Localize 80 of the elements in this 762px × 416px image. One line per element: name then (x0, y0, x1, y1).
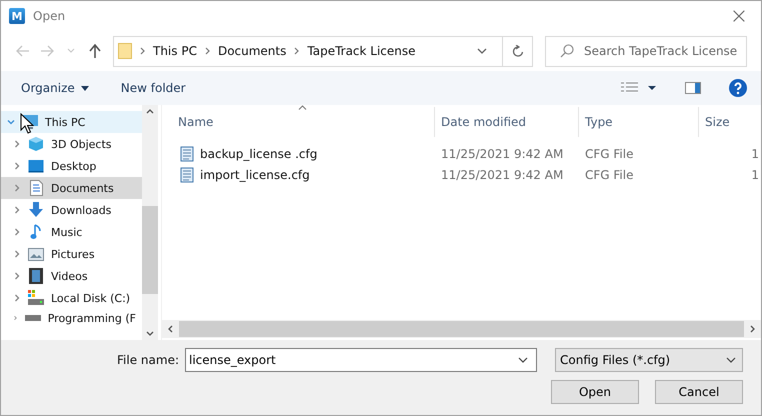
column-header[interactable]: Size (699, 107, 761, 137)
column-header[interactable]: Date modified (435, 107, 579, 137)
text-file-icon (180, 166, 194, 182)
nav-item[interactable]: 3D Objects (1, 133, 142, 155)
new-folder-button[interactable]: New folder (118, 79, 188, 97)
mouse-cursor-icon (20, 113, 34, 135)
chevron-down-icon[interactable] (477, 48, 487, 54)
nav-item[interactable]: This PC (1, 111, 142, 133)
scrollbar-thumb[interactable] (142, 206, 158, 294)
date-cell-text: 11/25/2021 9:42 AM (440, 168, 564, 182)
chevron-right-icon[interactable] (13, 228, 21, 236)
film-icon (29, 268, 43, 284)
breadcrumb[interactable]: Documents (218, 44, 286, 58)
scroll-down-icon[interactable] (146, 331, 154, 336)
chevron-right-icon (204, 47, 210, 55)
column-header[interactable]: Type (579, 107, 699, 137)
file-name-label: File name: (117, 353, 179, 367)
chevron-right-icon (140, 47, 145, 55)
nav-item[interactable]: Desktop (1, 155, 142, 177)
caret-down-icon (80, 86, 89, 90)
size-cell-text: 1 (750, 168, 760, 182)
cancel-button[interactable]: Cancel (655, 380, 743, 404)
chevron-right-icon[interactable] (13, 272, 21, 280)
chevron-right-icon (294, 47, 300, 55)
nav-item[interactable]: Music (1, 221, 142, 243)
view-options-icon[interactable] (621, 82, 657, 94)
up-arrow-icon[interactable] (89, 44, 101, 58)
chevron-right-icon[interactable] (13, 294, 21, 302)
scroll-right-icon[interactable] (750, 325, 755, 333)
organize-menu[interactable]: Organize (19, 79, 91, 97)
scrollbar-thumb[interactable] (179, 321, 744, 337)
search-icon (560, 44, 574, 58)
nav-item[interactable]: Local Disk (C:) (1, 287, 142, 309)
breadcrumb[interactable]: This PC (153, 44, 197, 58)
file-name-field[interactable]: license_export (185, 348, 537, 372)
chevron-right-icon[interactable] (13, 140, 21, 148)
sort-caret-icon (298, 105, 307, 110)
music-note-icon (30, 224, 42, 240)
file-type-dropdown[interactable]: Config Files (*.cfg) (555, 348, 743, 372)
nav-item[interactable]: Documents (1, 177, 142, 199)
search-field[interactable]: Search TapeTrack License (545, 36, 747, 66)
desktop-icon (28, 159, 44, 173)
chevron-right-icon[interactable] (13, 206, 21, 214)
breadcrumb[interactable]: TapeTrack License (307, 44, 416, 58)
picture-icon (28, 248, 44, 260)
chevron-right-icon[interactable] (13, 314, 18, 322)
chevron-down-icon[interactable] (518, 357, 528, 363)
address-bar[interactable]: This PC Documents TapeTrack License (113, 36, 533, 66)
column-header[interactable]: Name (162, 107, 435, 137)
type-cell-text: CFG File (584, 168, 634, 182)
file-name-cell[interactable]: backup_license .cfg (162, 146, 435, 162)
refresh-icon (512, 44, 524, 58)
chevron-right-icon[interactable] (13, 162, 21, 170)
open-button[interactable]: Open (551, 380, 639, 404)
drive-icon (27, 290, 45, 306)
text-file-icon (180, 146, 194, 162)
help-icon[interactable] (729, 79, 747, 97)
close-button[interactable]: × (717, 1, 761, 31)
nav-item[interactable]: Downloads (1, 199, 142, 221)
date-cell-text: 11/25/2021 9:42 AM (440, 146, 564, 160)
chevron-right-icon[interactable] (13, 250, 21, 258)
folder-icon (118, 43, 132, 59)
type-cell-text: CFG File (584, 146, 634, 160)
file-name-cell[interactable]: import_license.cfg (162, 166, 435, 182)
nav-item[interactable]: Pictures (1, 243, 142, 265)
scroll-left-icon[interactable] (168, 325, 173, 333)
size-cell-text: 1 (750, 146, 760, 160)
nav-item[interactable]: Programming (F (1, 309, 142, 327)
cube-icon (28, 136, 44, 152)
search-field[interactable]: Search TapeTrack License (584, 44, 744, 58)
app-logo: M (9, 8, 25, 24)
chevron-down-icon (726, 357, 736, 363)
window-title: Open (33, 9, 66, 23)
preview-pane-icon[interactable] (685, 82, 701, 94)
nav-item[interactable]: Videos (1, 265, 142, 287)
chevron-right-icon[interactable] (13, 184, 21, 192)
document-icon (30, 180, 42, 196)
down-arrow-icon (28, 202, 44, 218)
drive-icon (24, 314, 42, 322)
scroll-up-icon[interactable] (146, 109, 154, 114)
